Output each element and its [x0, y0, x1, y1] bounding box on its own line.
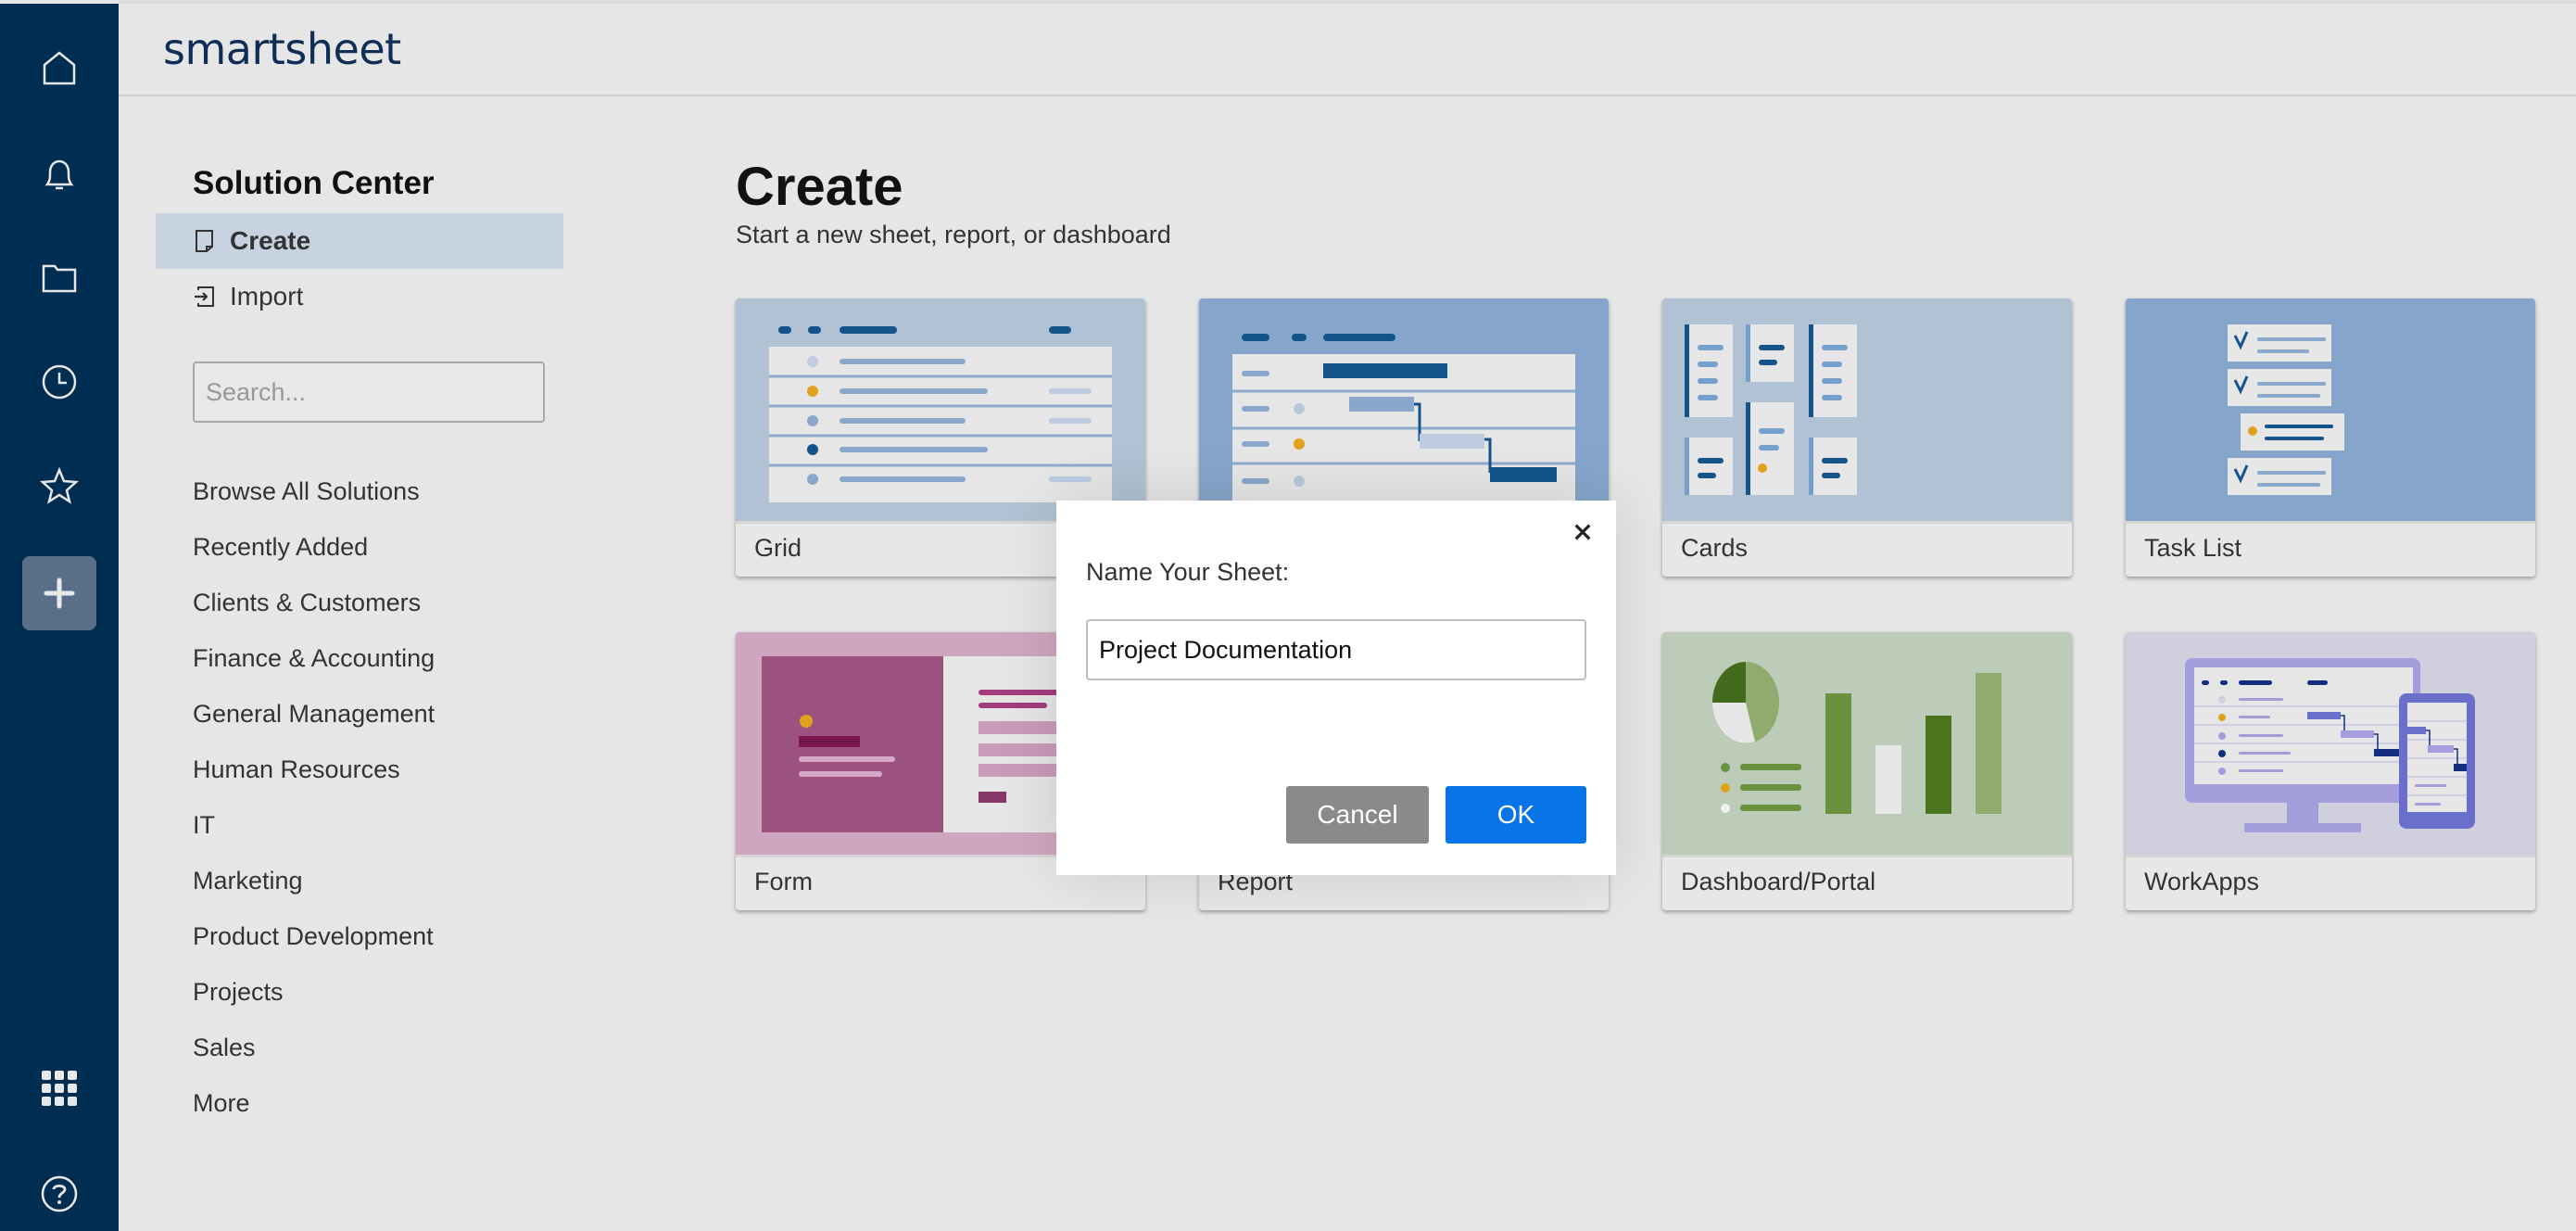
ok-button[interactable]: OK [1446, 786, 1586, 844]
solution-center-button[interactable] [22, 556, 96, 630]
page-subtitle: Start a new sheet, report, or dashboard [736, 221, 1171, 248]
project-illustration [1199, 298, 1609, 521]
sidebar-item-label: Import [230, 282, 304, 311]
category-link[interactable]: IT [193, 797, 435, 853]
top-header: smartsheet [119, 0, 2576, 96]
tile-label: Grid [754, 534, 802, 562]
tile-dashboard-portal[interactable]: Dashboard/Portal [1662, 632, 2072, 910]
category-list: Browse All Solutions Recently Added Clie… [193, 463, 435, 1131]
clock-icon [42, 364, 77, 400]
help-icon [41, 1175, 78, 1212]
bell-icon [44, 159, 74, 190]
sidebar-item-label: Create [230, 226, 311, 255]
name-sheet-dialog: Name Your Sheet: Cancel OK [1056, 501, 1616, 875]
grid-illustration [736, 298, 1145, 521]
tile-divider [2126, 521, 2535, 524]
category-link[interactable]: Sales [193, 1020, 435, 1075]
category-link[interactable]: Marketing [193, 853, 435, 908]
recents-button[interactable] [22, 345, 96, 419]
cards-illustration [1662, 298, 2072, 521]
tile-divider [1662, 521, 2072, 524]
search-input[interactable] [206, 377, 534, 407]
browse-button[interactable] [22, 241, 96, 315]
tile-label: Dashboard/Portal [1681, 868, 1876, 895]
solution-search [193, 362, 545, 423]
tile-workapps[interactable]: WorkApps [2126, 632, 2535, 910]
task-list-illustration [2126, 298, 2535, 521]
plus-icon [44, 577, 75, 609]
category-link[interactable]: Browse All Solutions [193, 463, 435, 519]
sidebar-title: Solution Center [193, 165, 435, 201]
category-link[interactable]: General Management [193, 686, 435, 742]
category-link[interactable]: Finance & Accounting [193, 630, 435, 686]
smartsheet-logo[interactable]: smartsheet [163, 24, 401, 74]
category-link[interactable]: Recently Added [193, 519, 435, 575]
tile-label: Cards [1681, 534, 1749, 562]
tile-label: WorkApps [2144, 868, 2260, 895]
home-icon [43, 51, 76, 85]
star-icon [39, 466, 80, 504]
workapps-illustration [2126, 632, 2535, 855]
close-icon [1574, 524, 1591, 540]
tile-divider [1662, 855, 2072, 857]
tile-task-list[interactable]: Task List [2126, 298, 2535, 577]
category-link[interactable]: Projects [193, 964, 435, 1020]
tile-divider [2126, 855, 2535, 857]
app-launcher-icon [42, 1071, 77, 1106]
help-button[interactable] [22, 1157, 96, 1231]
page-title: Create [736, 157, 903, 217]
home-button[interactable] [22, 32, 96, 106]
sidebar-item-import[interactable]: Import [156, 269, 563, 324]
sidebar-item-create[interactable]: Create [156, 213, 563, 269]
sheet-name-input[interactable] [1086, 619, 1586, 680]
sheet-icon [196, 230, 213, 252]
notifications-button[interactable] [22, 137, 96, 211]
import-icon [195, 286, 214, 307]
tile-cards[interactable]: Cards [1662, 298, 2072, 577]
tile-label: Task List [2144, 534, 2242, 562]
category-link[interactable]: Clients & Customers [193, 575, 435, 630]
sheet-name-label: Name Your Sheet: [1086, 558, 1290, 586]
favorites-button[interactable] [22, 449, 96, 523]
folder-icon [42, 264, 77, 293]
close-button[interactable] [1564, 514, 1601, 551]
tile-label: Form [754, 868, 813, 895]
dashboard-illustration [1662, 632, 2072, 855]
category-link[interactable]: More [193, 1075, 435, 1131]
category-link[interactable]: Human Resources [193, 742, 435, 797]
category-link[interactable]: Product Development [193, 908, 435, 964]
left-nav-rail [0, 0, 119, 1231]
app-launcher-button[interactable] [22, 1051, 96, 1125]
cancel-button[interactable]: Cancel [1286, 786, 1429, 844]
